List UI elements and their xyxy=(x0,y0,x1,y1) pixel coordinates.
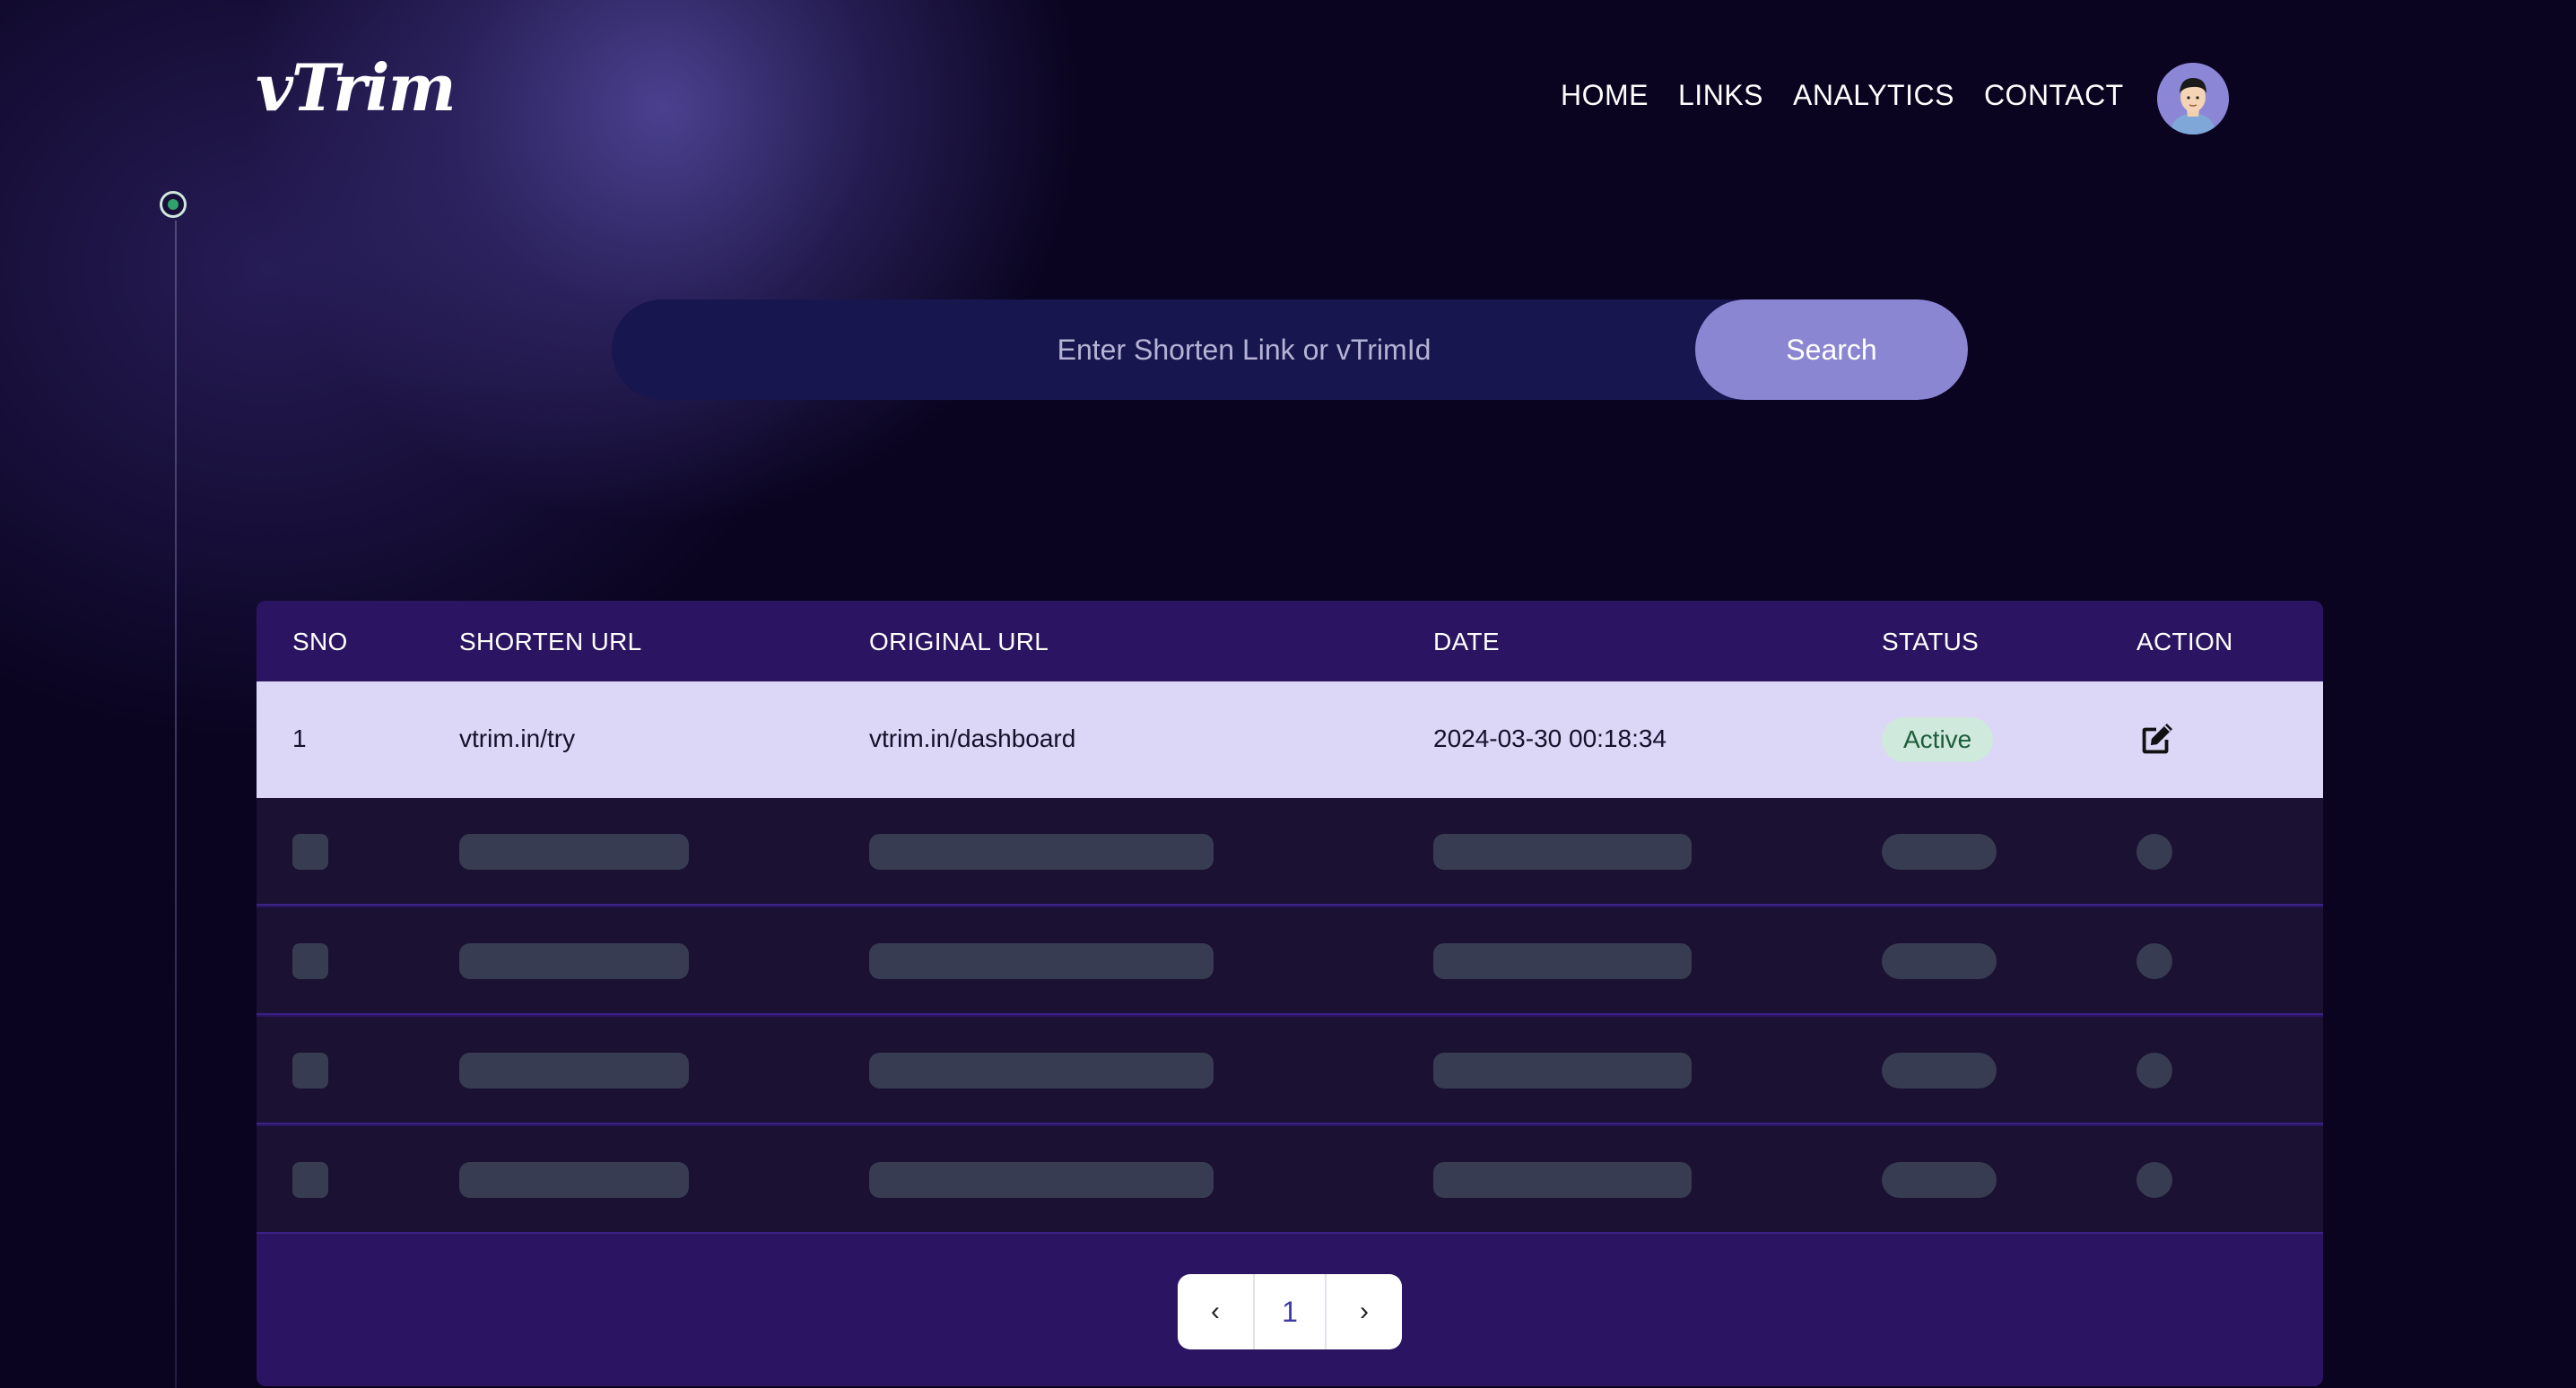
column-header-shorten-url: SHORTEN URL xyxy=(459,628,642,655)
prev-page-button[interactable]: ‹ xyxy=(1178,1274,1255,1349)
status-badge: Active xyxy=(1882,717,1994,762)
skeleton-cell xyxy=(1433,1162,1692,1198)
skeleton-row xyxy=(257,1126,2323,1234)
links-table: SNO SHORTEN URL ORIGINAL URL DATE STATUS… xyxy=(257,601,2323,1386)
nav-contact[interactable]: CONTACT xyxy=(1984,79,2124,112)
skeleton-cell xyxy=(1433,834,1692,870)
column-header-date: DATE xyxy=(1433,628,1500,655)
skeleton-cell xyxy=(292,943,328,979)
skeleton-row xyxy=(257,798,2323,906)
skeleton-row xyxy=(257,907,2323,1015)
page-number-button[interactable]: 1 xyxy=(1255,1274,1327,1349)
edit-icon xyxy=(2142,723,2173,754)
skeleton-cell xyxy=(1882,1162,1997,1198)
skeleton-cell xyxy=(459,1162,689,1198)
search-bar: Search xyxy=(612,299,1968,400)
cell-sno: 1 xyxy=(292,724,307,752)
skeleton-cell xyxy=(1433,1053,1692,1089)
nav-home[interactable]: HOME xyxy=(1561,79,1649,112)
cell-shorten-url[interactable]: vtrim.in/try xyxy=(459,724,575,753)
cell-original-url[interactable]: vtrim.in/dashboard xyxy=(869,724,1075,753)
skeleton-cell xyxy=(292,1162,328,1198)
table-row: 1 vtrim.in/try vtrim.in/dashboard 2024-0… xyxy=(257,681,2323,798)
skeleton-cell xyxy=(1433,943,1692,979)
skeleton-cell xyxy=(2137,943,2172,979)
next-page-button[interactable]: › xyxy=(1327,1274,1402,1349)
table-header: SNO SHORTEN URL ORIGINAL URL DATE STATUS… xyxy=(257,601,2323,681)
nav-links[interactable]: LINKS xyxy=(1678,79,1763,112)
column-header-action: ACTION xyxy=(2137,628,2233,655)
skeleton-cell xyxy=(1882,1053,1997,1089)
user-avatar[interactable] xyxy=(2157,63,2229,134)
skeleton-cell xyxy=(292,1053,328,1089)
skeleton-cell xyxy=(869,834,1214,870)
main-nav: HOME LINKS ANALYTICS CONTACT xyxy=(1561,79,2124,112)
cell-date: 2024-03-30 00:18:34 xyxy=(1433,724,1667,752)
brand-logo[interactable]: vTrim xyxy=(256,56,457,120)
pagination: ‹ 1 › xyxy=(1178,1274,1402,1349)
skeleton-cell xyxy=(292,834,328,870)
column-header-status: STATUS xyxy=(1882,628,1980,655)
column-header-original-url: ORIGINAL URL xyxy=(869,628,1049,655)
search-button[interactable]: Search xyxy=(1695,299,1968,400)
skeleton-cell xyxy=(2137,834,2172,870)
column-header-sno: SNO xyxy=(292,628,348,655)
skeleton-cell xyxy=(869,1162,1214,1198)
skeleton-cell xyxy=(459,943,689,979)
avatar-illustration-icon xyxy=(2157,63,2229,134)
edit-button[interactable] xyxy=(2136,719,2177,760)
timeline-line xyxy=(175,221,177,1388)
skeleton-cell xyxy=(459,834,689,870)
skeleton-cell xyxy=(2137,1162,2172,1198)
skeleton-cell xyxy=(2137,1053,2172,1089)
nav-analytics[interactable]: ANALYTICS xyxy=(1793,79,1954,112)
skeleton-cell xyxy=(869,943,1214,979)
skeleton-cell xyxy=(869,1053,1214,1089)
search-input[interactable] xyxy=(612,299,1697,400)
skeleton-cell xyxy=(1882,943,1997,979)
skeleton-row xyxy=(257,1017,2323,1124)
skeleton-cell xyxy=(1882,834,1997,870)
timeline-dot xyxy=(160,191,187,218)
skeleton-cell xyxy=(459,1053,689,1089)
